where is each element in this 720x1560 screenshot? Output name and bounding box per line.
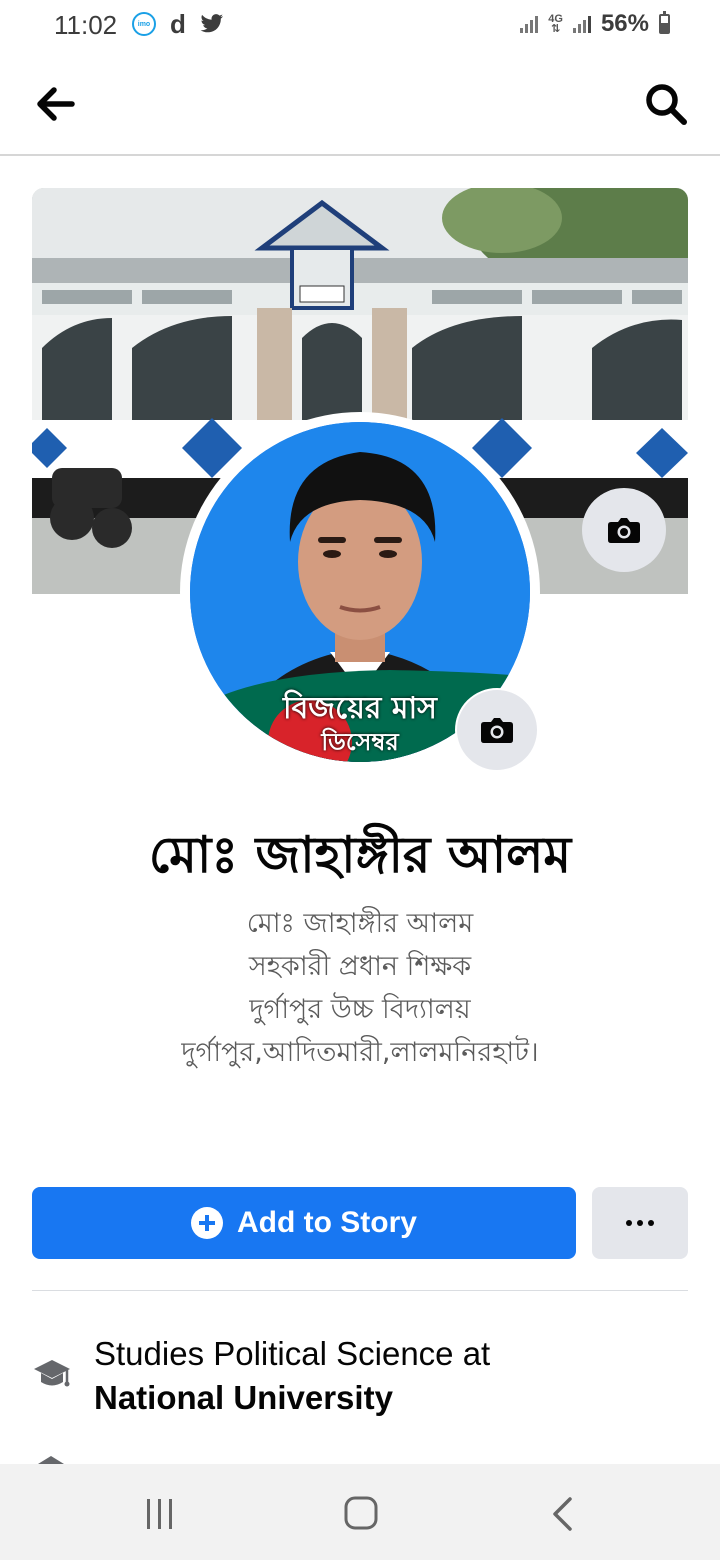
status-time: 11:02	[54, 10, 118, 40]
bio-line: দুর্গাপুর,আদিতমারী,লালমনিরহাট।	[181, 1037, 539, 1068]
education-school[interactable]: National University	[94, 1379, 393, 1416]
app-header	[0, 52, 720, 156]
back-button[interactable]	[34, 84, 78, 124]
divider	[32, 1290, 688, 1291]
status-bar: 11:02 imo d 4G ⇅ 56%	[0, 0, 720, 52]
search-button[interactable]	[644, 82, 688, 126]
battery-percentage: 56%	[600, 10, 649, 37]
bio-line: মোঃ জাহাঙ্গীর আলম	[246, 908, 474, 939]
notification-icons: imo d	[132, 9, 224, 39]
twitter-icon	[200, 14, 223, 33]
camera-icon	[608, 518, 640, 543]
bio-line: সহকারী প্রধান শিক্ষক	[248, 951, 472, 982]
battery-icon	[659, 11, 670, 34]
camera-icon	[481, 718, 513, 743]
profile-camera-button[interactable]	[455, 688, 539, 772]
plus-circle-icon	[191, 1207, 223, 1239]
add-to-story-button[interactable]: Add to Story	[32, 1187, 576, 1259]
signal-icon	[520, 15, 539, 33]
signal-icon-secondary	[572, 15, 591, 33]
home-icon[interactable]	[344, 1496, 378, 1530]
graduation-cap-icon	[34, 1360, 70, 1387]
nav-back-icon[interactable]	[550, 1496, 574, 1532]
recent-apps-icon[interactable]	[144, 1498, 176, 1530]
search-icon	[646, 84, 687, 125]
more-options-button[interactable]	[592, 1187, 688, 1259]
cover-camera-button[interactable]	[582, 488, 666, 572]
bio-line: দুর্গাপুর উচ্চ বিদ্যালয়	[249, 994, 471, 1025]
arrow-left-icon	[37, 87, 75, 121]
d-app-icon: d	[170, 9, 186, 39]
add-to-story-label: Add to Story	[237, 1206, 417, 1239]
more-dots-icon	[626, 1220, 632, 1226]
imo-icon: imo	[132, 12, 156, 36]
system-status: 4G ⇅ 56%	[520, 10, 670, 38]
profile-bio: মোঃ জাহাঙ্গীর আলম সহকারী প্রধান শিক্ষক দ…	[0, 902, 720, 1074]
education-prefix: Studies Political Science at	[94, 1335, 491, 1372]
system-nav-bar	[0, 1464, 720, 1560]
network-type-icon: 4G ⇅	[548, 13, 563, 35]
profile-name: মোঃ জাহাঙ্গীর আলম	[148, 826, 572, 884]
education-text: Studies Political Science at National Un…	[94, 1332, 674, 1420]
